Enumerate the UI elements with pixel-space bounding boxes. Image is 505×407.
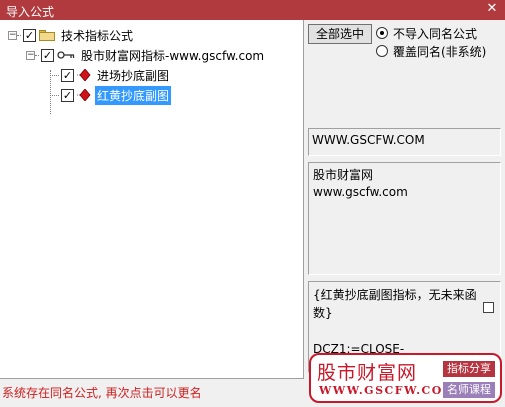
collapse-icon[interactable]: − bbox=[26, 50, 35, 60]
code-checkbox[interactable] bbox=[483, 302, 494, 313]
radio-label: 不导入同名公式 bbox=[393, 26, 478, 41]
brand-tag: 指标分享 bbox=[443, 361, 495, 377]
tree-node-label: 股市财富网指标-www.gscfw.com bbox=[81, 48, 265, 63]
window-title: 导入公式 bbox=[6, 5, 55, 19]
tree-line bbox=[17, 34, 21, 36]
select-all-button[interactable]: 全部选中 bbox=[308, 24, 372, 44]
folder-icon bbox=[39, 29, 55, 41]
description-box: 股市财富网 www.gscfw.com bbox=[308, 162, 501, 275]
formula-icon bbox=[77, 69, 91, 81]
tree-node-item[interactable]: ✓ 红黄抄底副图 bbox=[50, 85, 172, 105]
item-checkbox[interactable]: ✓ bbox=[61, 88, 74, 102]
formula-tree[interactable]: − ✓ 技术指标公式 − ✓ 股市财富网指标-www.gscfw.com ✓ 进… bbox=[0, 20, 304, 379]
formula-icon bbox=[77, 89, 91, 101]
brand-watermark: 股市财富网 WWW.GSCFW.COM 指标分享 名师课程 bbox=[309, 353, 502, 403]
collapse-icon[interactable]: − bbox=[8, 30, 17, 40]
tree-node-group[interactable]: − ✓ 股市财富网指标-www.gscfw.com bbox=[26, 46, 266, 64]
tree-line bbox=[50, 74, 59, 76]
tree-line bbox=[35, 54, 39, 56]
tree-node-item[interactable]: ✓ 进场抄底副图 bbox=[50, 66, 171, 84]
tree-node-label: 进场抄底副图 bbox=[97, 68, 170, 83]
radio-icon[interactable] bbox=[376, 45, 388, 57]
close-icon[interactable]: ✕ bbox=[485, 2, 499, 16]
description-line: www.gscfw.com bbox=[313, 185, 408, 199]
brand-tag: 名师课程 bbox=[443, 382, 495, 398]
title-bar: 导入公式 ✕ bbox=[0, 0, 505, 20]
status-message: 系统存在同名公式, 再次点击可以更名 bbox=[2, 386, 202, 400]
tree-line bbox=[50, 94, 59, 96]
brand-url: WWW.GSCFW.COM bbox=[319, 384, 457, 397]
radio-icon-selected[interactable] bbox=[376, 27, 388, 39]
root-checkbox[interactable]: ✓ bbox=[23, 28, 36, 42]
tree-node-root[interactable]: − ✓ 技术指标公式 bbox=[8, 26, 135, 44]
radio-label: 覆盖同名(非系统) bbox=[393, 44, 487, 59]
description-line: 股市财富网 bbox=[313, 168, 374, 182]
radio-no-import[interactable]: 不导入同名公式 bbox=[376, 25, 477, 41]
key-icon bbox=[57, 50, 75, 60]
options-panel: 全部选中 不导入同名公式 覆盖同名(非系统) WWW.GSCFW.COM 股市财… bbox=[306, 20, 505, 379]
tree-node-label-selected: 红黄抄底副图 bbox=[95, 85, 172, 105]
group-checkbox[interactable]: ✓ bbox=[41, 48, 54, 62]
tree-node-label: 技术指标公式 bbox=[61, 28, 134, 43]
item-checkbox[interactable]: ✓ bbox=[61, 68, 74, 82]
brand-name: 股市财富网 bbox=[317, 362, 418, 384]
url-display: WWW.GSCFW.COM bbox=[308, 128, 501, 156]
radio-overwrite[interactable]: 覆盖同名(非系统) bbox=[376, 43, 486, 59]
